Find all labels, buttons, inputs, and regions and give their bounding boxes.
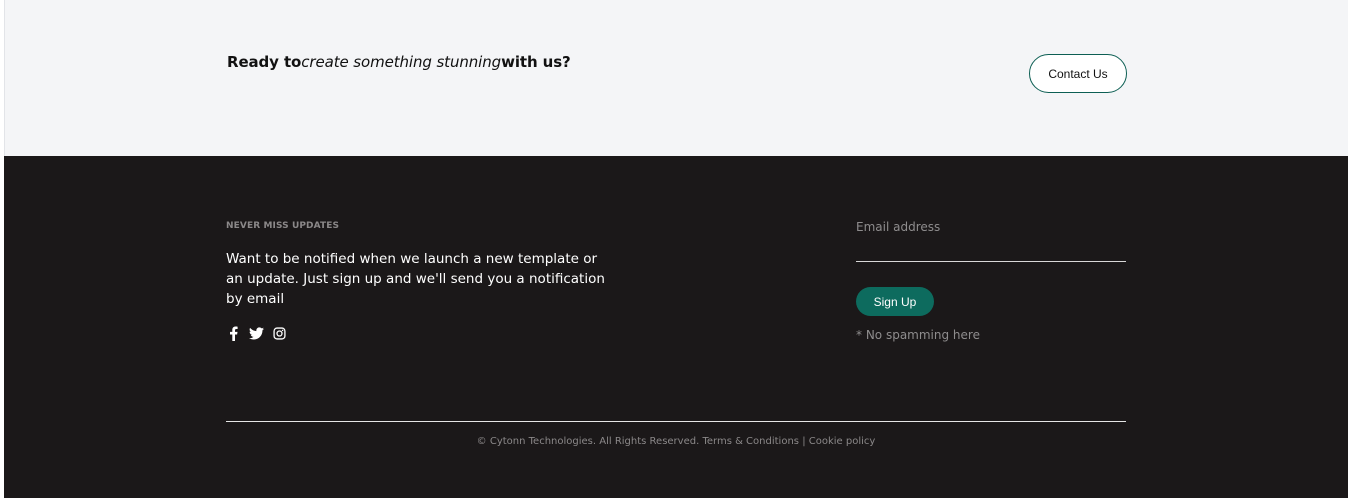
sign-up-button[interactable]: Sign Up bbox=[856, 287, 934, 316]
facebook-icon[interactable] bbox=[226, 326, 241, 341]
cta-heading-italic: create something stunning bbox=[301, 53, 502, 71]
copyright-text: © Cytonn Technologies. All Rights Reserv… bbox=[476, 436, 700, 447]
cta-section: Ready tocreate something stunningwith us… bbox=[4, 0, 1348, 156]
no-spam-note: * No spamming here bbox=[856, 328, 980, 342]
cookie-policy-link[interactable]: Cookie policy bbox=[809, 436, 876, 447]
cta-heading: Ready tocreate something stunningwith us… bbox=[227, 53, 571, 71]
twitter-icon[interactable] bbox=[249, 326, 264, 341]
instagram-icon[interactable] bbox=[272, 326, 287, 341]
copyright-bar: © Cytonn Technologies. All Rights Reserv… bbox=[226, 436, 1126, 447]
page-frame: Ready tocreate something stunningwith us… bbox=[0, 0, 1350, 500]
contact-us-button[interactable]: Contact Us bbox=[1029, 54, 1127, 93]
footer: NEVER MISS UPDATES Want to be notified w… bbox=[4, 156, 1348, 498]
footer-divider bbox=[226, 421, 1126, 422]
cta-heading-lead: Ready to bbox=[227, 53, 302, 71]
social-links bbox=[226, 326, 287, 341]
terms-link[interactable]: Terms & Conditions bbox=[702, 436, 799, 447]
updates-heading: NEVER MISS UPDATES bbox=[226, 221, 340, 231]
link-separator: | bbox=[802, 436, 806, 447]
email-input-underline bbox=[856, 261, 1126, 262]
cta-heading-tail: with us? bbox=[501, 53, 571, 71]
updates-description: Want to be notified when we launch a new… bbox=[226, 251, 605, 307]
email-input[interactable] bbox=[856, 220, 1126, 234]
